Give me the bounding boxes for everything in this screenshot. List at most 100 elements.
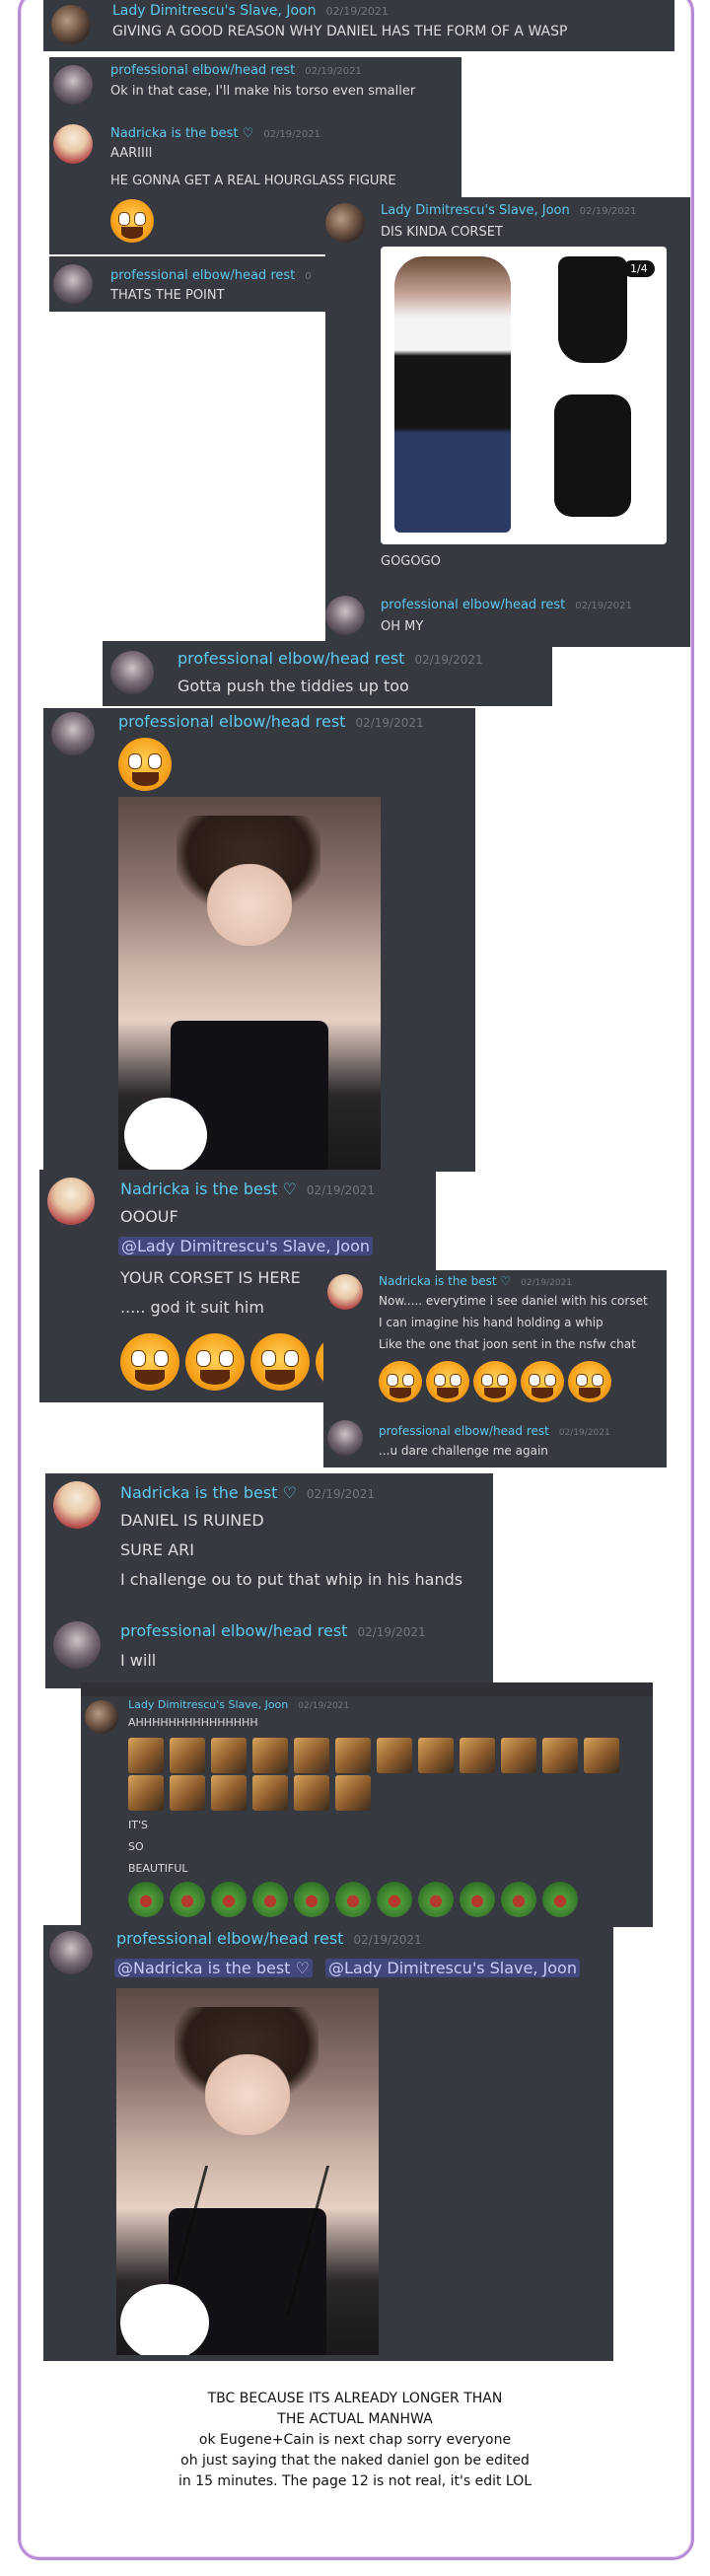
emoji-tile[interactable]	[460, 1738, 495, 1773]
avatar[interactable]	[53, 65, 93, 105]
emoji-tile[interactable]	[128, 1738, 164, 1773]
laughing-crying-emoji[interactable]	[568, 1361, 611, 1402]
username[interactable]: professional elbow/head rest	[379, 1424, 549, 1438]
frog-emoji[interactable]	[501, 1882, 536, 1917]
message-text: Now..... everytime i see daniel with his…	[379, 1294, 648, 1308]
mention[interactable]: @Lady Dimitrescu's Slave, Joon	[118, 1237, 373, 1255]
avatar[interactable]	[53, 1481, 101, 1529]
laughing-crying-emoji[interactable]	[110, 199, 154, 243]
image-count-badge: 1/4	[623, 260, 655, 277]
chat-panel-4: professional elbow/head rest 0 THATS THE …	[49, 256, 335, 312]
avatar[interactable]	[53, 264, 93, 304]
avatar[interactable]	[325, 596, 365, 635]
laughing-crying-emoji[interactable]	[426, 1361, 469, 1402]
username[interactable]: Nadricka is the best ♡	[120, 1180, 297, 1198]
frog-emoji[interactable]	[542, 1882, 578, 1917]
timestamp: 02/19/2021	[306, 1487, 376, 1501]
avatar[interactable]	[49, 1931, 93, 1974]
chat-panel-7: professional elbow/head rest 02/19/2021	[43, 708, 475, 1172]
username[interactable]: Nadricka is the best ♡	[379, 1274, 511, 1288]
laughing-crying-emoji[interactable]	[185, 1333, 245, 1391]
message-text: I can imagine his hand holding a whip	[379, 1316, 604, 1329]
timestamp: 02/19/2021	[357, 1625, 426, 1639]
message-text: AHHHHHHHHHHHHHHH	[128, 1716, 258, 1729]
chat-panel-1: Lady Dimitrescu's Slave, Joon 02/19/2021 …	[43, 0, 674, 51]
message-text: YOUR CORSET IS HERE	[120, 1268, 301, 1287]
emoji-tile[interactable]	[252, 1738, 288, 1773]
username[interactable]: Nadricka is the best ♡	[120, 1483, 297, 1502]
timestamp: 02/19/2021	[298, 1701, 350, 1711]
mention-nadricka[interactable]: @Nadricka is the best ♡	[114, 1959, 313, 1977]
avatar[interactable]	[327, 1274, 363, 1310]
avatar[interactable]	[47, 1178, 95, 1225]
frog-emoji[interactable]	[294, 1882, 329, 1917]
timestamp: 02/19/2021	[579, 206, 637, 217]
message-text: ...u dare challenge me again	[379, 1444, 548, 1458]
emoji-tile[interactable]	[211, 1738, 247, 1773]
frog-emoji[interactable]	[335, 1882, 371, 1917]
avatar[interactable]	[51, 5, 91, 44]
frog-emoji[interactable]	[252, 1882, 288, 1917]
username[interactable]: Nadricka is the best ♡	[110, 126, 253, 141]
caption-line: THE ACTUAL MANHWA	[277, 2411, 433, 2427]
username[interactable]: professional elbow/head rest	[110, 63, 295, 78]
emoji-tile[interactable]	[294, 1738, 329, 1773]
message-text: Like the one that joon sent in the nsfw …	[379, 1337, 636, 1351]
emoji-tile[interactable]	[584, 1738, 619, 1773]
avatar[interactable]	[85, 1700, 118, 1734]
username[interactable]: professional elbow/head rest	[381, 598, 565, 612]
censor-blob	[124, 1098, 207, 1170]
laughing-crying-emoji[interactable]	[521, 1361, 564, 1402]
frog-emoji[interactable]	[170, 1882, 205, 1917]
avatar[interactable]	[325, 203, 365, 243]
timestamp: 0	[305, 271, 312, 282]
avatar[interactable]	[51, 712, 95, 755]
username[interactable]: professional elbow/head rest	[178, 649, 404, 668]
emoji-tile[interactable]	[294, 1775, 329, 1811]
emoji-tile[interactable]	[335, 1738, 371, 1773]
emoji-tile[interactable]	[335, 1775, 371, 1811]
frog-emoji[interactable]	[377, 1882, 412, 1917]
username[interactable]: Lady Dimitrescu's Slave, Joon	[381, 203, 570, 218]
username[interactable]: professional elbow/head rest	[118, 712, 345, 731]
mention-joon[interactable]: @Lady Dimitrescu's Slave, Joon	[118, 1237, 373, 1255]
timestamp: 02/19/2021	[305, 66, 362, 77]
avatar[interactable]	[327, 1420, 363, 1456]
avatar[interactable]	[110, 651, 154, 694]
timestamp: 02/19/2021	[414, 653, 483, 667]
emoji-tile[interactable]	[128, 1775, 164, 1811]
message-text: IT'S	[128, 1819, 148, 1831]
avatar[interactable]	[53, 124, 93, 164]
chat-panel-12: professional elbow/head rest 02/19/2021 @…	[43, 1925, 613, 2361]
message-text: Gotta push the tiddies up too	[178, 677, 409, 695]
emoji-tile[interactable]	[252, 1775, 288, 1811]
username[interactable]: professional elbow/head rest	[116, 1929, 343, 1948]
emoji-tile[interactable]	[170, 1738, 205, 1773]
emoji-tile[interactable]	[377, 1738, 412, 1773]
mention-joon[interactable]: @Lady Dimitrescu's Slave, Joon	[324, 1959, 580, 1977]
frog-emoji[interactable]	[211, 1882, 247, 1917]
frog-emoji[interactable]	[418, 1882, 454, 1917]
laughing-crying-emoji[interactable]	[250, 1333, 310, 1391]
username[interactable]: Lady Dimitrescu's Slave, Joon	[112, 3, 317, 19]
username[interactable]: professional elbow/head rest	[110, 268, 295, 283]
laughing-crying-emoji[interactable]	[120, 1333, 179, 1391]
avatar[interactable]	[53, 1621, 101, 1669]
laughing-crying-emoji[interactable]	[118, 738, 172, 791]
emoji-tile[interactable]	[542, 1738, 578, 1773]
character-image[interactable]	[118, 797, 381, 1170]
username[interactable]: Lady Dimitrescu's Slave, Joon	[128, 1698, 288, 1711]
character-whip-image[interactable]	[116, 1988, 379, 2355]
laughing-crying-emoji[interactable]	[473, 1361, 517, 1402]
emoji-tile[interactable]	[418, 1738, 454, 1773]
emoji-tile[interactable]	[211, 1775, 247, 1811]
frog-emoji[interactable]	[460, 1882, 495, 1917]
timestamp: 02/19/2021	[306, 1183, 376, 1197]
emoji-tile[interactable]	[501, 1738, 536, 1773]
corset-image[interactable]: 1/4	[381, 247, 667, 544]
username[interactable]: professional elbow/head rest	[120, 1621, 347, 1640]
frog-emoji[interactable]	[128, 1882, 164, 1917]
emoji-tile[interactable]	[170, 1775, 205, 1811]
laughing-crying-emoji[interactable]	[379, 1361, 422, 1402]
chat-panel-2: professional elbow/head rest 02/19/2021 O…	[49, 57, 462, 116]
